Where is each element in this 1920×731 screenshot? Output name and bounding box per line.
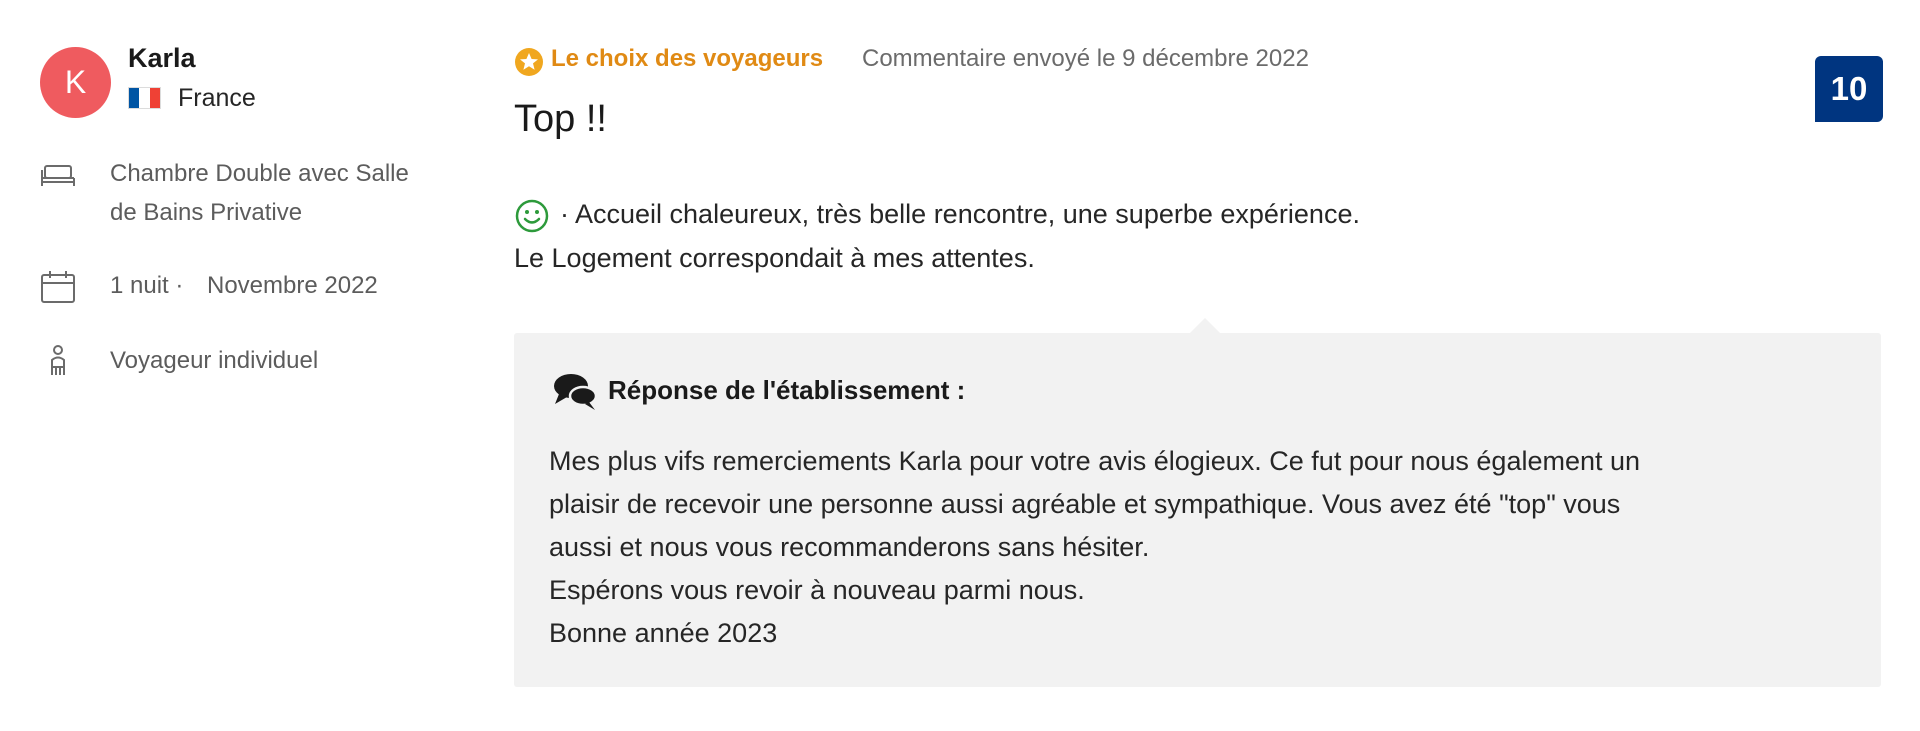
france-flag-icon	[128, 87, 161, 109]
review-title: Top !!	[514, 98, 607, 140]
response-line: aussi et nous vous recommanderons sans h…	[549, 532, 1150, 562]
review-positive-text: · Accueil chaleureux, très belle rencont…	[560, 199, 1360, 229]
response-line: Mes plus vifs remerciements Karla pour v…	[549, 446, 1641, 476]
person-icon	[51, 345, 65, 375]
calendar-icon	[41, 271, 75, 303]
response-caret	[1190, 318, 1220, 333]
review-score-badge: 10	[1815, 56, 1883, 122]
response-text: Mes plus vifs remerciements Karla pour v…	[549, 440, 1849, 655]
response-line: Bonne année 2023	[549, 618, 778, 648]
stay-nights: 1 nuit ·	[110, 272, 184, 299]
stay-month: Novembre 2022	[207, 272, 378, 299]
traveler-type: Voyageur individuel	[110, 347, 319, 374]
review-date: Commentaire envoyé le 9 décembre 2022	[862, 45, 1309, 72]
avatar: K	[40, 47, 111, 118]
room-type-line1: Chambre Double avec Salle	[110, 160, 409, 187]
review-positive-text-continued: Le Logement correspondait à mes attentes…	[514, 243, 1035, 273]
response-line: Espérons vous revoir à nouveau parmi nou…	[549, 575, 1085, 605]
chat-bubbles-icon	[554, 374, 598, 410]
reviewer-name: Karla	[128, 43, 196, 73]
star-badge-icon	[515, 48, 543, 76]
reviewer-country: France	[178, 84, 256, 112]
smiley-icon	[515, 199, 549, 233]
traveler-choice-label: Le choix des voyageurs	[551, 45, 824, 72]
room-type-line2: de Bains Privative	[110, 199, 303, 226]
response-heading: Réponse de l'établissement :	[608, 375, 966, 405]
response-line: plaisir de recevoir une personne aussi a…	[549, 489, 1621, 519]
bed-icon	[41, 165, 75, 186]
